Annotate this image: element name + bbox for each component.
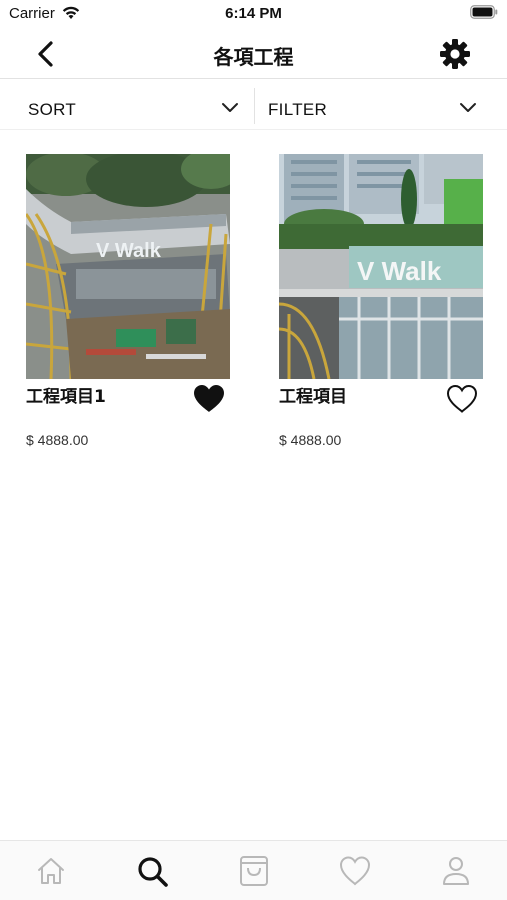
product-image[interactable]: V Walk (26, 154, 230, 379)
product-image[interactable]: V Walk (279, 154, 483, 379)
page-title: 各項工程 (213, 45, 294, 69)
chevron-down-icon (459, 101, 477, 113)
sort-dropdown[interactable]: SORT (0, 80, 254, 130)
home-icon[interactable] (33, 853, 69, 889)
product-name: 工程項目1 (26, 387, 106, 407)
filter-dropdown[interactable]: FILTER (255, 80, 507, 130)
user-icon[interactable] (438, 853, 474, 889)
sort-filter-bar: SORT FILTER (0, 80, 507, 130)
status-bar: Carrier 6:14 PM (0, 0, 507, 28)
product-card[interactable]: V Walk 工程項目 $ 4888.00 (279, 154, 483, 448)
shopping-bag-icon[interactable] (236, 853, 272, 889)
product-card[interactable]: V Walk 工程項目1 $ 4888.00 (26, 154, 230, 448)
heart-filled-icon[interactable] (192, 383, 226, 415)
sort-label: SORT (28, 100, 77, 119)
battery-icon (470, 5, 498, 24)
tab-bar (0, 840, 507, 900)
product-price: $ 4888.00 (26, 432, 89, 448)
product-price: $ 4888.00 (279, 432, 342, 448)
filter-label: FILTER (268, 100, 328, 119)
heart-outline-icon[interactable] (445, 383, 479, 415)
gear-icon[interactable] (438, 37, 472, 71)
navigation-bar: 各項工程 (0, 28, 507, 79)
clock: 6:14 PM (225, 5, 282, 22)
search-icon[interactable] (134, 853, 170, 889)
heart-icon[interactable] (337, 853, 373, 889)
chevron-down-icon (221, 101, 239, 113)
product-name: 工程項目 (279, 387, 347, 407)
svg-text:V Walk: V Walk (357, 256, 442, 286)
